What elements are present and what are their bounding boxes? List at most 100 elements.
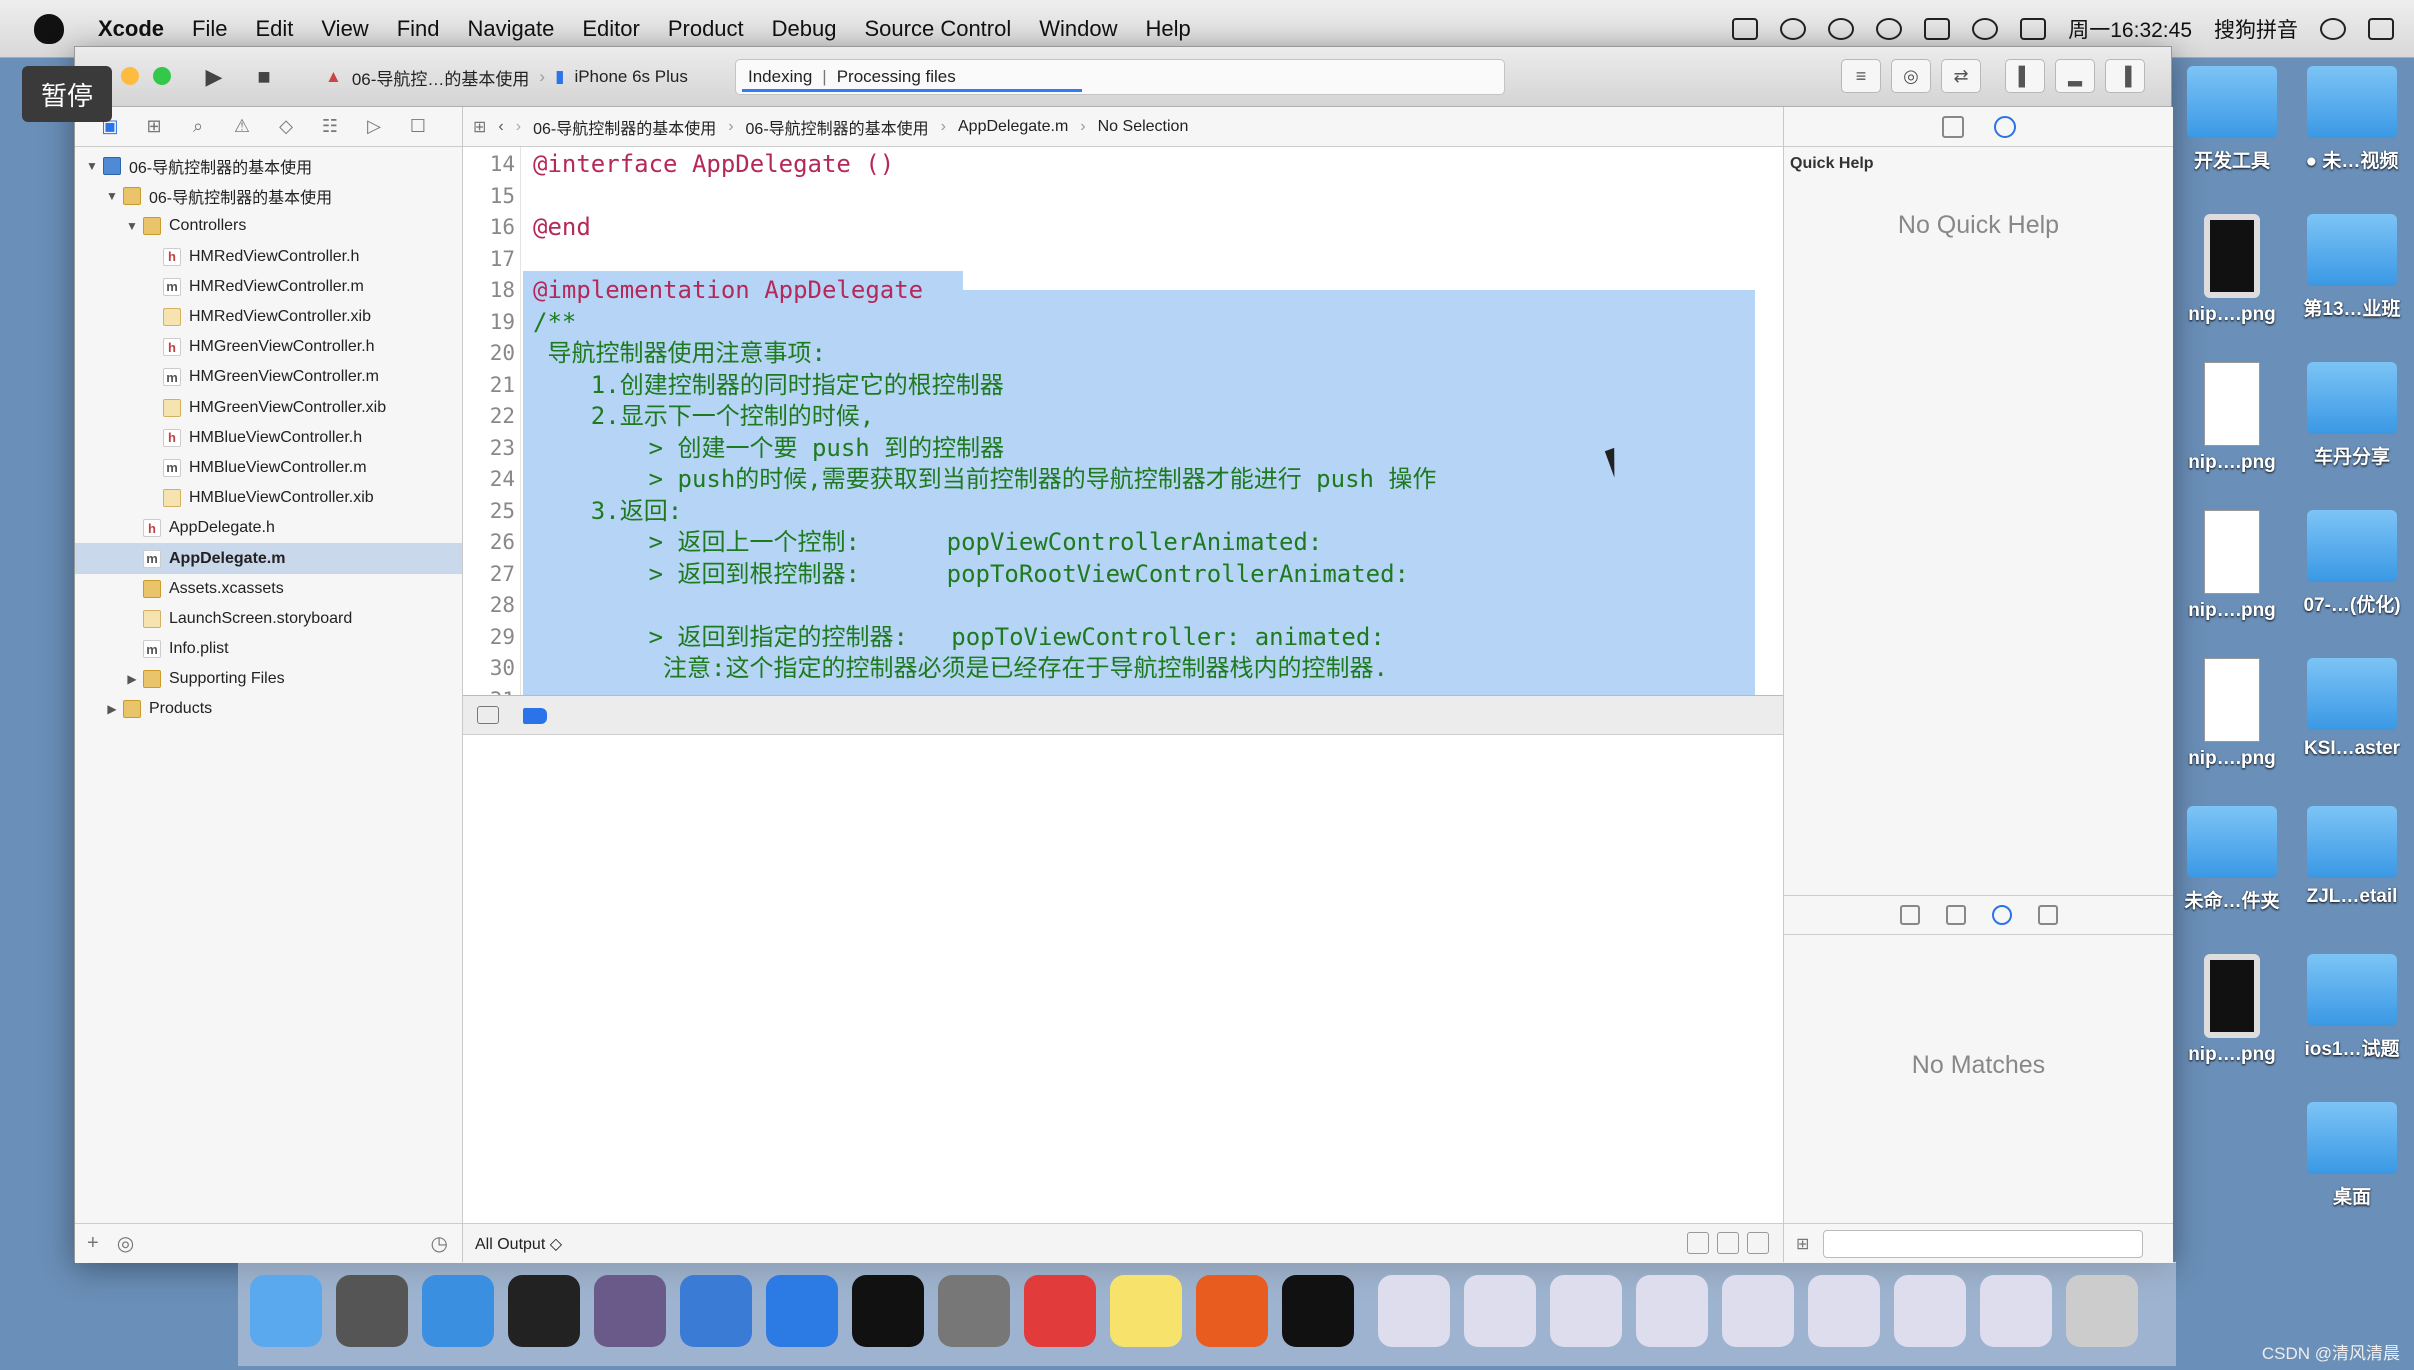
code-area[interactable]: 14 @interface AppDelegate () 15 16 @end 17 18 @… (463, 147, 1783, 695)
finder-icon[interactable] (250, 1275, 322, 1347)
launchpad-icon[interactable] (336, 1275, 408, 1347)
file-inspector-icon[interactable] (1941, 115, 1964, 138)
tree-item[interactable]: m AppDelegate.m (75, 543, 462, 574)
wifi-icon[interactable] (1972, 18, 1999, 40)
settings-icon[interactable] (938, 1275, 1010, 1347)
menu-find[interactable]: Find (397, 16, 440, 42)
lock-icon[interactable] (1924, 18, 1951, 40)
menu-file[interactable]: File (192, 16, 227, 42)
camera-icon[interactable] (1732, 18, 1759, 40)
trash-icon[interactable] (1687, 1232, 1709, 1254)
tree-item[interactable]: h AppDelegate.h (75, 513, 462, 543)
desktop-item[interactable]: 车丹分享 (2292, 362, 2412, 469)
pages-icon[interactable] (1196, 1275, 1268, 1347)
search-icon[interactable]: ⌕ (187, 116, 209, 137)
window-icon[interactable] (1378, 1275, 1450, 1347)
window-icon[interactable] (1808, 1275, 1880, 1347)
add-icon[interactable]: + (87, 1232, 99, 1255)
grid-view-icon[interactable]: ⊞ (1796, 1234, 1809, 1254)
warning-icon[interactable]: ⚠ (231, 116, 253, 137)
window-icon[interactable] (1980, 1275, 2052, 1347)
xcode-icon[interactable] (680, 1275, 752, 1347)
tree-item[interactable]: m HMBlueViewController.m (75, 453, 462, 483)
desktop-item[interactable]: 第13…业班 (2292, 214, 2412, 321)
disclosure-open-icon[interactable]: ▼ (105, 189, 119, 203)
minimize-window-button[interactable] (121, 67, 139, 85)
desktop-item[interactable]: 开发工具 (2172, 66, 2292, 173)
tree-item[interactable]: h HMGreenViewController.h (75, 332, 462, 362)
tree-item[interactable]: ▼ 06-导航控制器的基本使用 (75, 151, 462, 181)
tree-item[interactable]: HMGreenViewController.xib (75, 393, 462, 423)
test-icon[interactable]: ◇ (275, 116, 297, 137)
terminal-icon[interactable] (852, 1275, 924, 1347)
notification-center-icon[interactable] (2368, 18, 2394, 40)
disclosure-closed-icon[interactable]: ▶ (105, 702, 119, 716)
tree-item[interactable]: HMBlueViewController.xib (75, 483, 462, 513)
desktop-item[interactable]: KSI…aster (2292, 658, 2412, 760)
report-icon[interactable]: ☐ (407, 116, 429, 137)
trash-icon[interactable] (2066, 1275, 2138, 1347)
stop-button[interactable]: ■ (243, 61, 285, 93)
code-snippet-icon[interactable] (1945, 905, 1966, 925)
bluetooth-icon[interactable] (1876, 18, 1903, 40)
quick-help-icon[interactable] (1993, 115, 2016, 138)
tree-item[interactable]: ▼ 06-导航控制器的基本使用 (75, 181, 462, 211)
jump-file[interactable]: AppDelegate.m (958, 118, 1068, 136)
location-icon[interactable] (1780, 18, 1807, 40)
object-library-icon[interactable] (1991, 905, 2012, 925)
tree-item[interactable]: h HMRedViewController.h (75, 242, 462, 272)
desktop-item[interactable]: 未命…件夹 (2172, 806, 2292, 913)
hide-debug-area-icon[interactable] (477, 706, 499, 724)
menu-editor[interactable]: Editor (582, 16, 639, 42)
scheme-selector[interactable]: ▲ 06-导航控…的基本使用 › ▮ iPhone 6s Plus (325, 61, 688, 93)
airplane-icon[interactable] (1828, 18, 1855, 40)
related-items-icon[interactable]: ⊞ (473, 117, 486, 137)
window-icon[interactable] (1722, 1275, 1794, 1347)
notes-icon[interactable] (1110, 1275, 1182, 1347)
window-icon[interactable] (1894, 1275, 1966, 1347)
spotlight-icon[interactable] (2320, 18, 2346, 40)
output-filter-select[interactable]: All Output ◇ (475, 1234, 562, 1254)
breakpoint-icon[interactable]: ▷ (363, 116, 385, 137)
jump-symbol[interactable]: No Selection (1098, 118, 1189, 136)
toggle-navigator-icon[interactable]: ▌ (2005, 59, 2045, 93)
assistant-editor-icon[interactable]: ◎ (1891, 59, 1931, 93)
file-template-icon[interactable] (1899, 905, 1920, 925)
mouse-icon[interactable] (508, 1275, 580, 1347)
jump-group[interactable]: 06-导航控制器的基本使用 (746, 115, 929, 139)
tree-item[interactable]: Assets.xcassets (75, 574, 462, 604)
input-method[interactable]: 搜狗拼音 (2214, 14, 2298, 44)
menu-window[interactable]: Window (1039, 16, 1117, 42)
recent-files-icon[interactable]: ◷ (431, 1231, 448, 1256)
filter-icon[interactable]: ◎ (117, 1231, 134, 1256)
media-library-icon[interactable] (2037, 905, 2058, 925)
menu-navigate[interactable]: Navigate (468, 16, 555, 42)
debug-icon[interactable]: ☷ (319, 116, 341, 137)
menu-product[interactable]: Product (668, 16, 744, 42)
menu-view[interactable]: View (321, 16, 368, 42)
tree-item[interactable]: ▶ Supporting Files (75, 664, 462, 694)
pause-overlay-button[interactable]: 暂停 (22, 66, 112, 122)
tree-item[interactable]: LaunchScreen.storyboard (75, 604, 462, 634)
desktop-item[interactable]: ios1…试题 (2292, 954, 2412, 1061)
window-icon[interactable] (1464, 1275, 1536, 1347)
photo-icon[interactable] (594, 1275, 666, 1347)
desktop-item[interactable]: nip….png (2172, 214, 2292, 326)
disclosure-open-icon[interactable]: ▼ (125, 219, 139, 233)
desktop-item[interactable]: nip….png (2172, 658, 2292, 770)
version-editor-icon[interactable]: ⇄ (1941, 59, 1981, 93)
library-filter-input[interactable] (1823, 1229, 2144, 1258)
menu-debug[interactable]: Debug (772, 16, 837, 42)
back-button[interactable]: ‹ (498, 118, 503, 136)
run-button[interactable]: ▶ (193, 61, 235, 93)
volume-icon[interactable] (2020, 18, 2047, 40)
xmind-icon[interactable] (1024, 1275, 1096, 1347)
menu-edit[interactable]: Edit (255, 16, 293, 42)
desktop-item[interactable]: 桌面 (2292, 1102, 2412, 1209)
tree-item[interactable]: m HMRedViewController.m (75, 272, 462, 302)
forward-button[interactable]: › (516, 118, 521, 136)
console-icon[interactable] (1282, 1275, 1354, 1347)
apple-icon[interactable] (34, 13, 64, 44)
console-area[interactable] (463, 735, 1783, 1223)
tree-item[interactable]: m HMGreenViewController.m (75, 362, 462, 392)
